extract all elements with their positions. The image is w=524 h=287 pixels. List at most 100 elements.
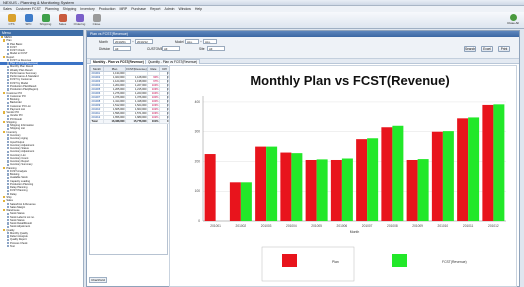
- tree-item-label: Test: [10, 245, 15, 248]
- x-tick-label: 201001: [210, 224, 221, 228]
- toolbar-button-icon: [92, 14, 101, 22]
- document-icon: [7, 212, 9, 215]
- toolbar-button[interactable]: SPC: [21, 13, 36, 28]
- x-tick-label: 201010: [438, 224, 449, 228]
- total-row: Total 16,368,000 15,776,000 101% 0: [90, 119, 170, 124]
- menu-item[interactable]: Customer FCST: [16, 7, 41, 11]
- filter-panel: Month ~ Model ~ Division CUSTOMER Site S…: [87, 37, 519, 59]
- document-icon: [7, 134, 9, 137]
- bar-plan: [330, 159, 342, 221]
- model-from-input[interactable]: [185, 39, 199, 44]
- x-tick-label: 201006: [337, 224, 348, 228]
- x-tick-label: 201002: [236, 224, 247, 228]
- x-tick-label: 201009: [412, 224, 423, 228]
- bar-fcst: [392, 125, 404, 221]
- document-icon: [7, 150, 9, 153]
- print-button[interactable]: Print: [498, 46, 510, 52]
- chart-grid-tab[interactable]: Chart/Grid: [89, 277, 107, 283]
- document-icon: [7, 202, 9, 205]
- document-icon: [7, 147, 9, 150]
- site-select[interactable]: [207, 46, 225, 51]
- search-button[interactable]: Search: [464, 46, 476, 52]
- legend-swatch: [392, 254, 407, 267]
- bar-fcst: [367, 138, 379, 221]
- close-all-icon: [509, 14, 517, 21]
- tree-item[interactable]: Test: [0, 245, 83, 248]
- x-tick-label: 201012: [488, 224, 499, 228]
- total-cell: 101%: [147, 119, 160, 124]
- x-tick-label: 201007: [362, 224, 373, 228]
- menu-item[interactable]: Report: [150, 7, 161, 11]
- document-icon: [7, 78, 9, 81]
- month-from-input[interactable]: [113, 39, 131, 44]
- excel-button[interactable]: Excel: [481, 46, 493, 52]
- legend-swatch: [282, 254, 297, 267]
- month-separator: ~: [132, 40, 134, 44]
- menu-item[interactable]: Window: [178, 7, 190, 11]
- menu-item[interactable]: Help: [195, 7, 202, 11]
- document-icon: [7, 108, 9, 111]
- close-all-button[interactable]: Close All: [506, 13, 520, 28]
- bar-fcst: [493, 104, 505, 221]
- toolbar-button[interactable]: Close: [89, 13, 104, 28]
- menu-item[interactable]: Purchase: [131, 7, 146, 11]
- document-icon: [7, 222, 9, 225]
- toolbar-button[interactable]: Sales: [55, 13, 70, 28]
- menu-item[interactable]: Admin: [165, 7, 175, 11]
- bar-plan: [482, 104, 494, 221]
- document-icon: [7, 75, 9, 78]
- document-icon: [7, 173, 9, 176]
- model-label: Model: [175, 40, 184, 44]
- view-tabs: Monthly - Plan vs FCST(Revenue) Quantity…: [87, 59, 519, 64]
- toolbar-button-label: Close: [92, 22, 101, 26]
- x-tick-label: 201003: [261, 224, 272, 228]
- toolbar-button[interactable]: Shipping: [38, 13, 53, 28]
- document-icon: [7, 98, 9, 101]
- bar-fcst: [240, 182, 252, 221]
- menu-item[interactable]: Production: [99, 7, 116, 11]
- bar-fcst: [291, 153, 303, 221]
- document-icon: [7, 160, 9, 163]
- y-tick-label: 100: [195, 189, 201, 193]
- total-cell: 15,776,000: [125, 119, 148, 124]
- x-axis-label: Month: [350, 230, 360, 234]
- document-icon: [7, 157, 9, 160]
- toolbar-button[interactable]: Ordering: [72, 13, 87, 28]
- document-icon: [7, 114, 9, 117]
- menu-item[interactable]: Planning: [45, 7, 59, 11]
- customer-select[interactable]: [162, 46, 180, 51]
- bar-plan: [280, 152, 292, 221]
- month-to-input[interactable]: [135, 39, 153, 44]
- tab-quantity[interactable]: Quantity - Plan vs FCST(Revenue): [145, 59, 201, 64]
- bar-plan: [229, 182, 241, 221]
- division-select[interactable]: [113, 46, 131, 51]
- document-icon: [7, 235, 9, 238]
- menu-item[interactable]: Inventory: [80, 7, 94, 11]
- document-icon: [7, 104, 9, 107]
- total-cell: 16,368,000: [103, 119, 126, 124]
- document-icon: [7, 179, 9, 183]
- menu-item[interactable]: Sales: [3, 7, 12, 11]
- menu-item[interactable]: Shipping: [63, 7, 77, 11]
- bar-fcst: [442, 131, 454, 221]
- grid-column-header[interactable]: FCST(Revenue): [125, 66, 148, 72]
- model-to-input[interactable]: [203, 39, 217, 44]
- toolbar: Close All CTS SPC Shipping Sales Ordering Clo…: [0, 12, 524, 29]
- menu-item[interactable]: MRP: [119, 7, 127, 11]
- document-icon: [7, 95, 9, 98]
- chart-title: Monthly Plan vs FCST(Revenue): [250, 73, 449, 88]
- x-tick-label: 201004: [286, 224, 297, 228]
- x-tick-label: 201008: [387, 224, 398, 228]
- document-icon: [7, 140, 9, 143]
- document-icon: [7, 206, 9, 209]
- bar-plan: [457, 118, 469, 221]
- legend-box: [261, 246, 355, 282]
- month-label: Month: [99, 40, 108, 44]
- document-icon: [7, 225, 9, 228]
- toolbar-button[interactable]: CTS: [4, 13, 19, 28]
- bar-plan: [356, 139, 368, 221]
- bar-plan: [204, 154, 216, 221]
- tab-monthly[interactable]: Monthly - Plan vs FCST(Revenue): [90, 59, 147, 64]
- document-icon: [7, 143, 9, 147]
- x-tick-label: 201011: [463, 224, 474, 228]
